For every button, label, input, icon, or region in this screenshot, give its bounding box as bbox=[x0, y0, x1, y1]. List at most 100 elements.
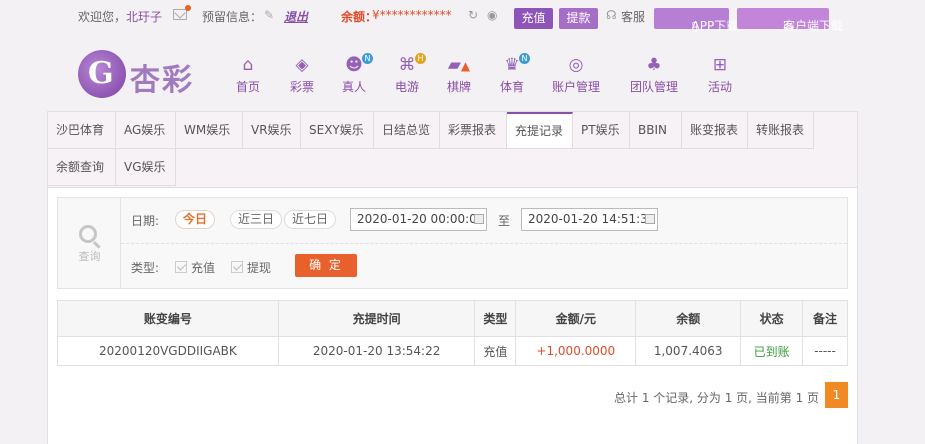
lottery-icon: ◈ bbox=[295, 55, 309, 75]
query-button[interactable]: 查询 bbox=[58, 198, 121, 288]
nav-item-activity[interactable]: ⊞ 活动 bbox=[708, 55, 732, 95]
tab-vr[interactable]: VR娱乐 bbox=[243, 112, 301, 149]
nav-item-live[interactable]: ☻ N 真人 bbox=[342, 53, 373, 95]
tab-vg[interactable]: VG娱乐 bbox=[116, 149, 176, 186]
nav-label: 彩票 bbox=[290, 80, 315, 94]
logo-mark-icon bbox=[78, 50, 126, 98]
app-download-button[interactable]: ▯ APP下载 bbox=[654, 8, 738, 33]
nav-item-chess[interactable]: ▰▲ 棋牌 bbox=[447, 55, 471, 95]
cell-amount: +1,000.0000 bbox=[515, 336, 637, 366]
logo-text: 杏彩 bbox=[130, 63, 194, 98]
tab-pt[interactable]: PT娱乐 bbox=[573, 112, 630, 149]
client-download-button[interactable]: ▭ 客户端下载 bbox=[737, 8, 843, 33]
nav-label: 首页 bbox=[236, 80, 261, 94]
report-tabs: 沙巴体育 AG娱乐 WM娱乐 VR娱乐 SEXY娱乐 日结总览 彩票报表 充提记… bbox=[48, 112, 857, 188]
nav-item-account[interactable]: ◎ 账户管理 bbox=[552, 55, 600, 95]
cell-time: 2020-01-20 13:54:22 bbox=[277, 336, 476, 366]
records-table: 账变编号 充提时间 类型 金额/元 余额 状态 备注 20200120VGDDI… bbox=[57, 300, 848, 366]
cell-remark: ----- bbox=[802, 336, 848, 366]
checkbox-label: 提现 bbox=[247, 261, 272, 275]
nav-label: 体育 bbox=[500, 80, 525, 94]
withdraw-button[interactable]: 提款 bbox=[559, 8, 598, 29]
today-button[interactable]: 今日 bbox=[175, 210, 216, 229]
query-label: 查询 bbox=[78, 250, 101, 263]
date-from-value: 2020-01-20 00:00:00 bbox=[357, 212, 485, 226]
username-link[interactable]: 北玗子 bbox=[126, 8, 162, 25]
cards-icon: ▰▲ bbox=[447, 55, 471, 75]
logout-link[interactable]: 退出 bbox=[284, 8, 308, 25]
search-icon bbox=[79, 225, 97, 243]
nav-item-sports[interactable]: ♛ N 体育 bbox=[500, 53, 530, 95]
site-logo[interactable]: 杏彩 bbox=[78, 50, 198, 100]
nav-label: 棋牌 bbox=[447, 80, 472, 94]
tab-wm[interactable]: WM娱乐 bbox=[176, 112, 243, 149]
mail-icon[interactable] bbox=[173, 9, 187, 20]
calendar-icon[interactable] bbox=[474, 214, 484, 224]
cell-status: 已到账 bbox=[740, 336, 804, 366]
refresh-icon[interactable]: ↻ bbox=[468, 8, 478, 22]
col-header: 金额/元 bbox=[515, 300, 637, 337]
tab-sexy[interactable]: SEXY娱乐 bbox=[301, 112, 374, 149]
pager-summary: 总计 1 个记录, 分为 1 页, 当前第 1 页 bbox=[614, 391, 820, 405]
nav-item-lottery[interactable]: ◈ 彩票 bbox=[290, 55, 314, 95]
customer-service-icon[interactable]: ☊ bbox=[606, 8, 617, 22]
tab-daily-overview[interactable]: 日结总览 bbox=[374, 112, 440, 149]
confirm-button[interactable]: 确 定 bbox=[295, 254, 357, 277]
filter-box: 查询 日期: 今日 近三日 近七日 2020-01-20 00:00:00 至 … bbox=[57, 197, 848, 289]
team-icon: ♣ bbox=[646, 55, 662, 75]
tab-transfer-report[interactable]: 转账报表 bbox=[748, 112, 814, 149]
account-icon: ◎ bbox=[568, 55, 584, 75]
tab-saba-sports[interactable]: 沙巴体育 bbox=[48, 112, 116, 149]
nav-label: 账户管理 bbox=[552, 80, 601, 94]
date-from-input[interactable]: 2020-01-20 00:00:00 bbox=[350, 208, 487, 231]
col-header: 账变编号 bbox=[57, 300, 279, 337]
cell-balance: 1,007.4063 bbox=[635, 336, 742, 366]
top-bar: 欢迎您， 北玗子 预留信息： ✎ 退出 余额： ¥************ ↻ … bbox=[0, 0, 925, 34]
date-to-input[interactable]: 2020-01-20 14:51:33 bbox=[521, 208, 658, 231]
tab-ag[interactable]: AG娱乐 bbox=[116, 112, 176, 149]
cell-id: 20200120VGDDIIGABK bbox=[57, 336, 279, 366]
new-badge: N bbox=[519, 53, 530, 64]
tab-bbin[interactable]: BBIN bbox=[630, 112, 682, 149]
tab-balance-query[interactable]: 余额查询 bbox=[48, 149, 116, 186]
edit-icon[interactable]: ✎ bbox=[264, 8, 274, 22]
type-label: 类型: bbox=[131, 261, 160, 275]
calendar-icon[interactable] bbox=[645, 214, 655, 224]
divider bbox=[121, 243, 847, 244]
checkbox-label: 充值 bbox=[191, 261, 216, 275]
nav-item-egames[interactable]: ⌘ H 电游 bbox=[395, 53, 426, 95]
balance-value: ¥************ bbox=[372, 8, 452, 22]
type-withdraw-checkbox[interactable]: 提现 bbox=[231, 259, 271, 276]
page-1-button[interactable]: 1 bbox=[825, 382, 848, 408]
tab-lottery-report[interactable]: 彩票报表 bbox=[440, 112, 507, 149]
date-separator: 至 bbox=[498, 214, 511, 228]
cell-type: 充值 bbox=[474, 336, 517, 366]
type-deposit-checkbox[interactable]: 充值 bbox=[175, 259, 215, 276]
main-panel: 沙巴体育 AG娱乐 WM娱乐 VR娱乐 SEXY娱乐 日结总览 彩票报表 充提记… bbox=[47, 111, 858, 444]
nav-label: 真人 bbox=[342, 80, 367, 94]
date-label: 日期: bbox=[131, 214, 160, 228]
unread-dot bbox=[185, 5, 191, 11]
table-header-row: 账变编号 充提时间 类型 金额/元 余额 状态 备注 bbox=[57, 300, 848, 337]
nav-label: 活动 bbox=[708, 80, 733, 94]
nav-label: 电游 bbox=[395, 80, 420, 94]
nav-item-home[interactable]: ⌂ 首页 bbox=[236, 55, 260, 95]
app-download-label: APP下载 bbox=[691, 19, 739, 33]
nav-item-team[interactable]: ♣ 团队管理 bbox=[630, 55, 678, 95]
date-to-value: 2020-01-20 14:51:33 bbox=[528, 212, 656, 226]
col-header: 类型 bbox=[474, 300, 517, 337]
hot-badge: H bbox=[415, 53, 426, 64]
tab-deposit-withdraw[interactable]: 充提记录 bbox=[507, 112, 573, 149]
last-7-days-button[interactable]: 近七日 bbox=[284, 210, 337, 229]
eye-icon[interactable]: ◉ bbox=[487, 8, 497, 22]
col-header: 余额 bbox=[635, 300, 742, 337]
new-badge: N bbox=[362, 53, 373, 64]
client-download-label: 客户端下载 bbox=[783, 19, 844, 33]
last-3-days-button[interactable]: 近三日 bbox=[230, 210, 283, 229]
customer-service-link[interactable]: 客服 bbox=[621, 8, 645, 25]
table-row: 20200120VGDDIIGABK 2020-01-20 13:54:22 充… bbox=[57, 336, 848, 366]
reserve-info-label: 预留信息： bbox=[202, 10, 263, 24]
tab-account-change-report[interactable]: 账变报表 bbox=[682, 112, 748, 149]
deposit-button[interactable]: 充值 bbox=[514, 8, 553, 29]
col-header: 备注 bbox=[802, 300, 848, 337]
